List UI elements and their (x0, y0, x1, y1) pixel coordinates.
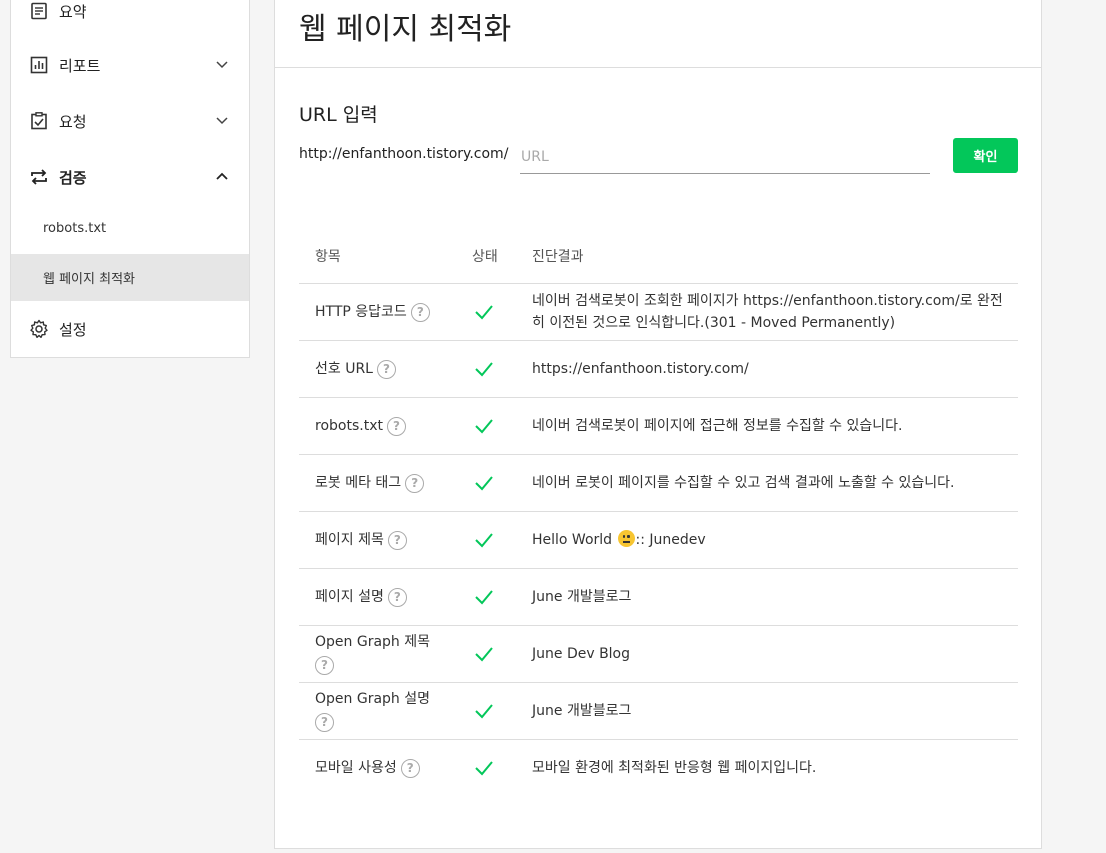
sidebar-item-label: 설정 (59, 320, 87, 339)
row-result: 모바일 환경에 최적화된 반응형 웹 페이지입니다. (532, 760, 817, 776)
row-result: https://enfanthoon.tistory.com/ (532, 361, 749, 377)
table-row: Open Graph 설명? June 개발블로그 (299, 683, 1018, 740)
table-header: 항목 상태 진단결과 (299, 227, 1018, 284)
check-icon (475, 305, 493, 320)
row-result: Hello World :: Junedev (532, 530, 706, 548)
sidebar-subitem-web-optimization[interactable]: 웹 페이지 최적화 (11, 254, 249, 301)
document-icon (29, 1, 49, 21)
sidebar-subitem-robots[interactable]: robots.txt (11, 205, 249, 252)
check-icon (475, 704, 493, 719)
help-icon[interactable]: ? (377, 359, 396, 379)
check-icon (475, 476, 493, 491)
check-icon (475, 362, 493, 377)
table-row: robots.txt? 네이버 검색로봇이 페이지에 접근해 정보를 수집할 수… (299, 398, 1018, 455)
sidebar-item-label: 요청 (59, 112, 87, 131)
check-icon (475, 533, 493, 548)
row-result: 네이버 검색로봇이 조회한 페이지가 https://enfanthoon.ti… (532, 293, 1003, 331)
table-row: 페이지 제목? Hello World :: Junedev (299, 512, 1018, 569)
check-icon (475, 419, 493, 434)
sidebar-item-request[interactable]: 요청 (11, 101, 249, 141)
diagnosis-table: 항목 상태 진단결과 HTTP 응답코드? 네이버 검색로봇이 조회한 페이지가… (299, 227, 1018, 797)
clipboard-check-icon (29, 111, 49, 131)
page-title: 웹 페이지 최적화 (299, 12, 512, 47)
help-icon[interactable]: ? (400, 758, 420, 778)
sidebar-item-label: 요약 (59, 2, 87, 21)
row-result: 네이버 검색로봇이 페이지에 접근해 정보를 수집할 수 있습니다. (532, 418, 903, 434)
row-result: 네이버 로봇이 페이지를 수집할 수 있고 검색 결과에 노출할 수 있습니다. (532, 475, 955, 491)
header-item: 항목 (315, 249, 341, 265)
row-item: robots.txt? (315, 415, 445, 438)
sidebar-item-verify[interactable]: 검증 (11, 157, 249, 197)
row-item: Open Graph 설명? (315, 688, 445, 734)
sidebar-subitem-label: 웹 페이지 최적화 (43, 272, 135, 287)
bar-chart-icon (29, 55, 49, 75)
divider (275, 67, 1041, 68)
row-result: June 개발블로그 (532, 703, 632, 719)
row-item: 페이지 설명? (315, 586, 445, 609)
main-panel: 웹 페이지 최적화 URL 입력 http://enfanthoon.tisto… (274, 0, 1042, 849)
table-row: 선호 URL? https://enfanthoon.tistory.com/ (299, 341, 1018, 398)
help-icon[interactable]: ? (405, 473, 425, 493)
sidebar-subitem-label: robots.txt (43, 221, 107, 236)
row-item: 페이지 제목? (315, 529, 445, 552)
confirm-button[interactable]: 확인 (953, 138, 1018, 173)
help-icon[interactable]: ? (387, 530, 407, 550)
row-result: June 개발블로그 (532, 589, 632, 605)
help-icon[interactable]: ? (386, 416, 406, 436)
row-item: 선호 URL? (315, 358, 445, 381)
url-input[interactable] (520, 141, 930, 174)
help-icon[interactable]: ? (410, 302, 430, 322)
chevron-down-icon[interactable] (215, 57, 229, 71)
check-icon (475, 761, 493, 776)
help-icon[interactable]: ? (387, 587, 407, 607)
swap-arrows-icon (29, 167, 49, 187)
check-icon (475, 647, 493, 662)
sidebar-item-summary[interactable]: 요약 (11, 0, 249, 31)
sidebar-item-label: 검증 (59, 168, 87, 187)
table-row: 로봇 메타 태그? 네이버 로봇이 페이지를 수집할 수 있고 검색 결과에 노… (299, 455, 1018, 512)
url-prefix: http://enfanthoon.tistory.com/ (299, 146, 509, 162)
row-item: HTTP 응답코드? (315, 301, 445, 324)
row-item: 로봇 메타 태그? (315, 472, 445, 495)
gear-icon (29, 319, 49, 339)
header-status: 상태 (472, 249, 498, 265)
help-icon[interactable]: ? (315, 655, 334, 675)
sidebar: 요약 리포트 요청 검증 robots.txt 웹 페이지 최적화 설정 (10, 0, 250, 358)
sidebar-item-settings[interactable]: 설정 (11, 309, 249, 349)
help-icon[interactable]: ? (315, 712, 334, 732)
chevron-up-icon[interactable] (215, 169, 229, 183)
table-row: 페이지 설명? June 개발블로그 (299, 569, 1018, 626)
table-row: 모바일 사용성? 모바일 환경에 최적화된 반응형 웹 페이지입니다. (299, 740, 1018, 797)
row-item: Open Graph 제목? (315, 631, 445, 677)
sidebar-item-label: 리포트 (59, 56, 101, 75)
neutral-face-emoji-icon (617, 530, 635, 547)
table-row: HTTP 응답코드? 네이버 검색로봇이 조회한 페이지가 https://en… (299, 284, 1018, 341)
url-section-label: URL 입력 (299, 104, 378, 126)
row-item: 모바일 사용성? (315, 757, 445, 780)
header-result: 진단결과 (532, 249, 584, 265)
sidebar-item-report[interactable]: 리포트 (11, 45, 249, 85)
check-icon (475, 590, 493, 605)
chevron-down-icon[interactable] (215, 113, 229, 127)
row-result: June Dev Blog (532, 646, 631, 662)
table-row: Open Graph 제목? June Dev Blog (299, 626, 1018, 683)
